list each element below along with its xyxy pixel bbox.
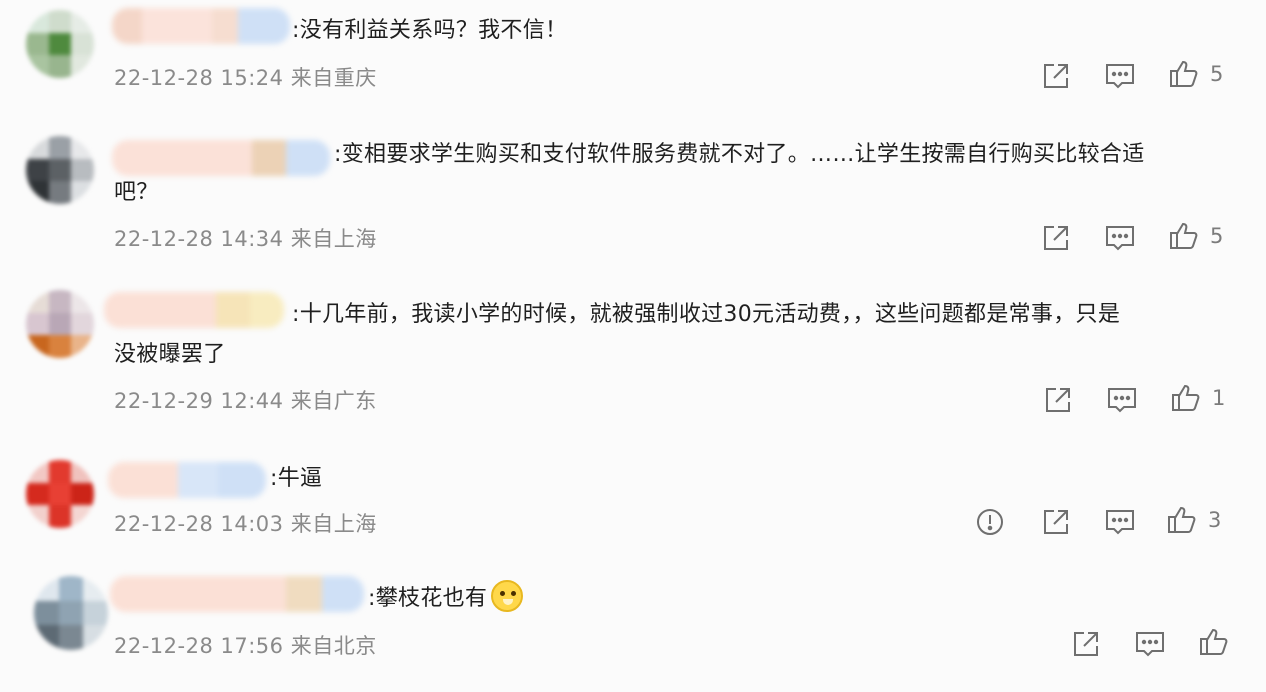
comment-icon[interactable] xyxy=(1106,384,1138,416)
like-count: 5 xyxy=(1210,224,1224,248)
thumbs-up-icon[interactable] xyxy=(1166,504,1198,536)
avatar[interactable] xyxy=(26,136,94,204)
username-blurred[interactable] xyxy=(110,576,364,612)
comment-icon[interactable] xyxy=(1104,60,1136,92)
comment-item: :十几年前，我读小学的时候，就被强制收过30元活动费，，这些问题都是常事，只是 … xyxy=(0,270,1266,430)
comment-item: :牛逼 22-12-28 14:03 来自上海 3 xyxy=(0,430,1266,550)
username-blurred[interactable] xyxy=(104,292,284,328)
comment-timestamp: 22-12-29 12:44 来自广东 xyxy=(114,389,377,413)
avatar[interactable] xyxy=(26,10,94,78)
comment-text: :没有利益关系吗？我不信！ xyxy=(292,18,568,43)
share-icon[interactable] xyxy=(1040,60,1072,92)
comment-text-continued: 吧？ xyxy=(114,180,159,205)
comment-text: :攀枝花也有 xyxy=(368,580,524,618)
comment-timestamp: 22-12-28 15:24 来自重庆 xyxy=(114,66,377,90)
username-blurred[interactable] xyxy=(112,8,290,44)
thumbs-up-icon[interactable] xyxy=(1198,626,1230,658)
comment-timestamp: 22-12-28 14:34 来自上海 xyxy=(114,227,377,251)
doge-emoji-icon xyxy=(491,580,524,612)
username-blurred[interactable] xyxy=(112,140,330,176)
comment-text-continued: 没被曝罢了 xyxy=(114,342,226,367)
comment-icon[interactable] xyxy=(1134,628,1166,660)
comment-item: :攀枝花也有 22-12-28 17:56 来自北京 xyxy=(0,550,1266,692)
thumbs-up-icon[interactable] xyxy=(1168,220,1200,252)
comment-timestamp: 22-12-28 17:56 来自北京 xyxy=(114,634,377,658)
comment-item: :变相要求学生购买和支付软件服务费就不对了。……让学生按需自行购买比较合适 吧？… xyxy=(0,110,1266,270)
comment-item: :没有利益关系吗？我不信！ 22-12-28 15:24 来自重庆 5 xyxy=(0,0,1266,110)
like-count: 5 xyxy=(1210,62,1224,86)
thumbs-up-icon[interactable] xyxy=(1168,58,1200,90)
share-icon[interactable] xyxy=(1040,222,1072,254)
username-blurred[interactable] xyxy=(108,462,266,498)
like-count: 1 xyxy=(1212,386,1226,410)
comment-text: :十几年前，我读小学的时候，就被强制收过30元活动费，，这些问题都是常事，只是 xyxy=(292,302,1121,327)
share-icon[interactable] xyxy=(1070,628,1102,660)
share-icon[interactable] xyxy=(1040,506,1072,538)
comment-timestamp: 22-12-28 14:03 来自上海 xyxy=(114,512,377,536)
comment-icon[interactable] xyxy=(1104,222,1136,254)
comment-text: :变相要求学生购买和支付软件服务费就不对了。……让学生按需自行购买比较合适 xyxy=(334,142,1145,167)
thumbs-up-icon[interactable] xyxy=(1170,382,1202,414)
like-count: 3 xyxy=(1208,508,1222,532)
avatar[interactable] xyxy=(26,460,94,528)
comment-text: :牛逼 xyxy=(270,466,323,491)
report-icon[interactable] xyxy=(974,506,1006,538)
comment-icon[interactable] xyxy=(1104,506,1136,538)
share-icon[interactable] xyxy=(1042,384,1074,416)
avatar[interactable] xyxy=(34,576,108,650)
avatar[interactable] xyxy=(26,290,94,358)
